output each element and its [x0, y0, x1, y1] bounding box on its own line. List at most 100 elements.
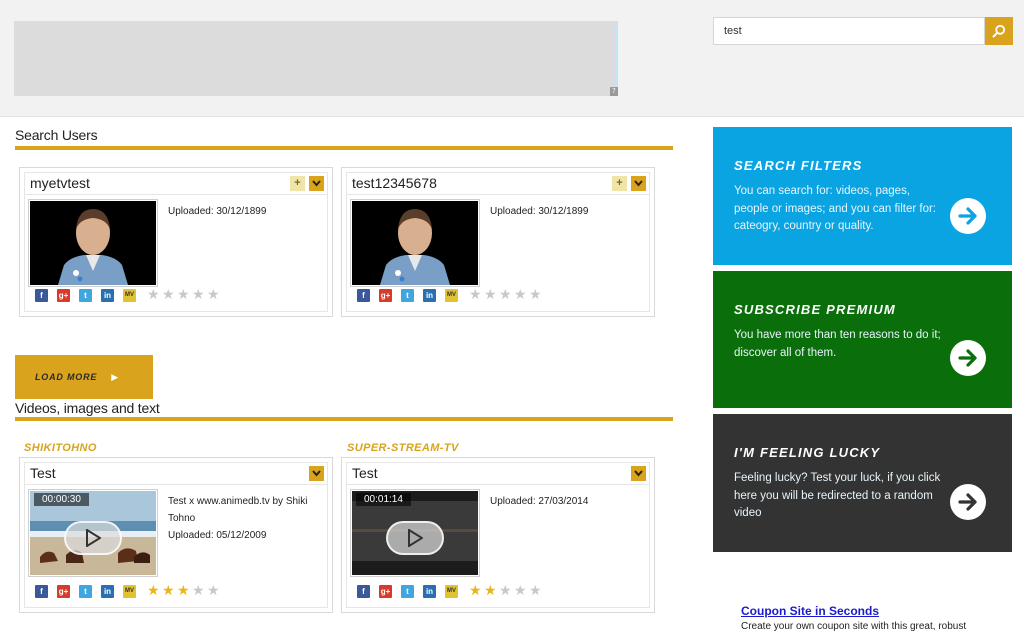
arrow-right-icon[interactable] [950, 340, 986, 376]
upload-date: Uploaded: 27/03/2014 [490, 496, 589, 507]
chevron-right-icon: ▶ [111, 371, 119, 382]
arrow-right-icon[interactable] [950, 484, 986, 520]
myetv-icon[interactable]: MV [123, 584, 136, 598]
video-duration: 00:01:14 [356, 493, 411, 506]
share-bar: f g+ t in MV ★ ★ ★ ★ ★ [357, 584, 544, 598]
ad-info-icon[interactable]: ? [610, 87, 618, 96]
video-thumbnail[interactable]: 00:01:14 [350, 489, 480, 577]
star-icon[interactable]: ★ [529, 288, 544, 302]
search-icon [992, 24, 1006, 38]
star-icon[interactable]: ★ [147, 584, 162, 598]
chevron-down-icon [634, 470, 643, 477]
google-plus-icon[interactable]: g+ [57, 584, 70, 598]
search-users-heading: Search Users [15, 127, 98, 143]
video-card-header: Test [24, 462, 328, 484]
star-icon[interactable]: ★ [469, 288, 484, 302]
star-icon[interactable]: ★ [514, 288, 529, 302]
search-button[interactable] [985, 17, 1013, 45]
user-card-header: myetvtest + [24, 172, 328, 194]
twitter-icon[interactable]: t [79, 584, 92, 598]
star-icon[interactable]: ★ [207, 288, 222, 302]
video-card-body: 00:00:30 Test x www.animedb.tv by Shiki … [24, 484, 328, 608]
twitter-icon[interactable]: t [401, 584, 414, 598]
google-plus-icon[interactable]: g+ [379, 584, 392, 598]
star-icon[interactable]: ★ [207, 584, 222, 598]
rating-stars[interactable]: ★ ★ ★ ★ ★ [469, 288, 544, 302]
promo-subscribe-premium[interactable]: SUBSCRIBE PREMIUM You have more than ten… [713, 271, 1012, 408]
card-menu-button[interactable] [631, 466, 646, 481]
user-avatar[interactable] [28, 199, 158, 287]
play-button[interactable] [64, 521, 122, 556]
channel-name[interactable]: SHIKITOHNO [24, 442, 97, 454]
star-icon[interactable]: ★ [177, 288, 192, 302]
myetv-icon[interactable]: MV [123, 288, 136, 302]
chevron-down-icon [312, 180, 321, 187]
google-plus-icon[interactable]: g+ [57, 288, 70, 302]
star-icon[interactable]: ★ [162, 584, 177, 598]
facebook-icon[interactable]: f [35, 288, 48, 302]
user-card: test12345678 + Uploaded: 30/12/1899 f g+… [341, 167, 655, 317]
video-duration: 00:00:30 [34, 493, 89, 506]
card-menu-button[interactable] [309, 176, 324, 191]
load-more-button[interactable]: LOAD MORE ▶ [15, 355, 153, 399]
video-thumbnail[interactable]: 00:00:30 [28, 489, 158, 577]
video-meta: Test x www.animedb.tv by Shiki Tohno Upl… [168, 493, 318, 544]
video-description: Test x www.animedb.tv by Shiki Tohno [168, 496, 308, 524]
video-card: Test 00:01:14 Uploaded: 27/03/2014 f g+ … [341, 457, 655, 613]
star-icon[interactable]: ★ [177, 584, 192, 598]
arrow-right-icon[interactable] [950, 198, 986, 234]
linkedin-icon[interactable]: in [423, 288, 436, 302]
video-card-header: Test [346, 462, 650, 484]
user-name[interactable]: myetvtest [30, 175, 90, 191]
facebook-icon[interactable]: f [357, 288, 370, 302]
linkedin-icon[interactable]: in [423, 584, 436, 598]
twitter-icon[interactable]: t [79, 288, 92, 302]
promo-feeling-lucky[interactable]: I'M FEELING LUCKY Feeling lucky? Test yo… [713, 414, 1012, 552]
card-menu-button[interactable] [631, 176, 646, 191]
ad-banner[interactable]: ? [14, 21, 618, 96]
user-name[interactable]: test12345678 [352, 175, 437, 191]
user-card-body: Uploaded: 30/12/1899 f g+ t in MV ★ ★ ★ ★ ★ [346, 194, 650, 312]
star-icon[interactable]: ★ [162, 288, 177, 302]
rating-stars[interactable]: ★ ★ ★ ★ ★ [147, 584, 222, 598]
star-icon[interactable]: ★ [192, 288, 207, 302]
channel-name[interactable]: SUPER-STREAM-TV [347, 442, 459, 454]
top-bar: ? [0, 0, 1024, 117]
myetv-icon[interactable]: MV [445, 288, 458, 302]
play-icon [86, 529, 101, 548]
facebook-icon[interactable]: f [357, 584, 370, 598]
linkedin-icon[interactable]: in [101, 584, 114, 598]
rating-stars[interactable]: ★ ★ ★ ★ ★ [469, 584, 544, 598]
star-icon[interactable]: ★ [484, 584, 499, 598]
search-input[interactable] [713, 17, 985, 45]
star-icon[interactable]: ★ [147, 288, 162, 302]
add-user-button[interactable]: + [290, 176, 305, 191]
promo-search-filters[interactable]: SEARCH FILTERS You can search for: video… [713, 127, 1012, 265]
play-button[interactable] [386, 521, 444, 556]
share-bar: f g+ t in MV ★ ★ ★ ★ ★ [357, 288, 544, 302]
card-menu-button[interactable] [309, 466, 324, 481]
add-user-button[interactable]: + [612, 176, 627, 191]
star-icon[interactable]: ★ [514, 584, 529, 598]
sponsored-link[interactable]: Coupon Site in Seconds [741, 604, 879, 618]
myetv-icon[interactable]: MV [445, 584, 458, 598]
rating-stars[interactable]: ★ ★ ★ ★ ★ [147, 288, 222, 302]
user-avatar[interactable] [350, 199, 480, 287]
star-icon[interactable]: ★ [469, 584, 484, 598]
star-icon[interactable]: ★ [499, 584, 514, 598]
google-plus-icon[interactable]: g+ [379, 288, 392, 302]
upload-date: Uploaded: 05/12/2009 [168, 530, 267, 541]
star-icon[interactable]: ★ [529, 584, 544, 598]
promo-text: Feeling lucky? Test your luck, if you cl… [734, 472, 941, 519]
star-icon[interactable]: ★ [499, 288, 514, 302]
star-icon[interactable]: ★ [484, 288, 499, 302]
star-icon[interactable]: ★ [192, 584, 207, 598]
twitter-icon[interactable]: t [401, 288, 414, 302]
video-title[interactable]: Test [352, 465, 378, 481]
promo-text: You can search for: videos, pages, peopl… [734, 185, 937, 232]
video-title[interactable]: Test [30, 465, 56, 481]
sponsored-ad: Coupon Site in Seconds Create your own c… [741, 602, 981, 631]
linkedin-icon[interactable]: in [101, 288, 114, 302]
load-more-label: LOAD MORE [35, 372, 98, 382]
facebook-icon[interactable]: f [35, 584, 48, 598]
